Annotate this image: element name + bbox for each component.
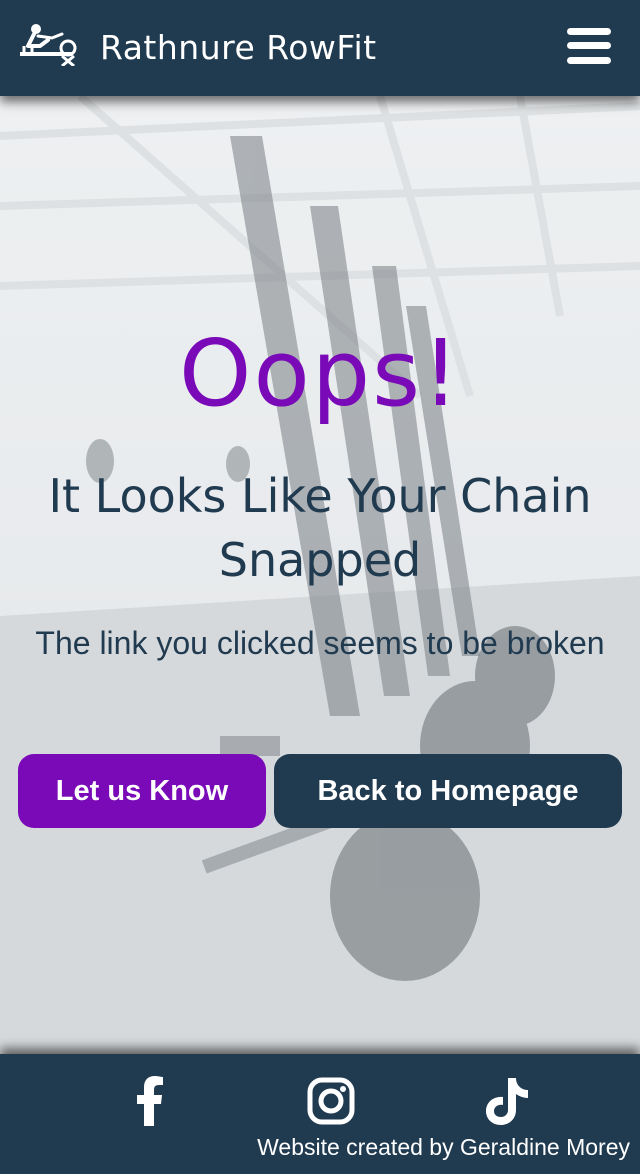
rowing-machine-icon[interactable] xyxy=(18,22,80,66)
hamburger-menu-icon[interactable] xyxy=(567,26,613,66)
let-us-know-button[interactable]: Let us Know xyxy=(18,754,266,828)
site-footer: Website created by Geraldine Morey xyxy=(0,1054,640,1174)
site-header: Rathnure RowFit xyxy=(0,0,640,96)
brand-name[interactable]: Rathnure RowFit xyxy=(100,28,377,67)
instagram-icon[interactable] xyxy=(307,1076,355,1126)
footer-credit: Website created by Geraldine Morey xyxy=(257,1134,630,1160)
error-title: Oops! xyxy=(179,320,461,427)
facebook-icon[interactable] xyxy=(126,1076,174,1126)
error-subtext: The link you clicked seems to be broken xyxy=(35,625,605,661)
tiktok-icon[interactable] xyxy=(482,1076,530,1126)
error-content: Oops! It Looks Like Your Chain Snapped T… xyxy=(0,96,640,1054)
error-headline: It Looks Like Your Chain Snapped xyxy=(48,469,592,587)
back-to-homepage-button[interactable]: Back to Homepage xyxy=(274,754,622,828)
